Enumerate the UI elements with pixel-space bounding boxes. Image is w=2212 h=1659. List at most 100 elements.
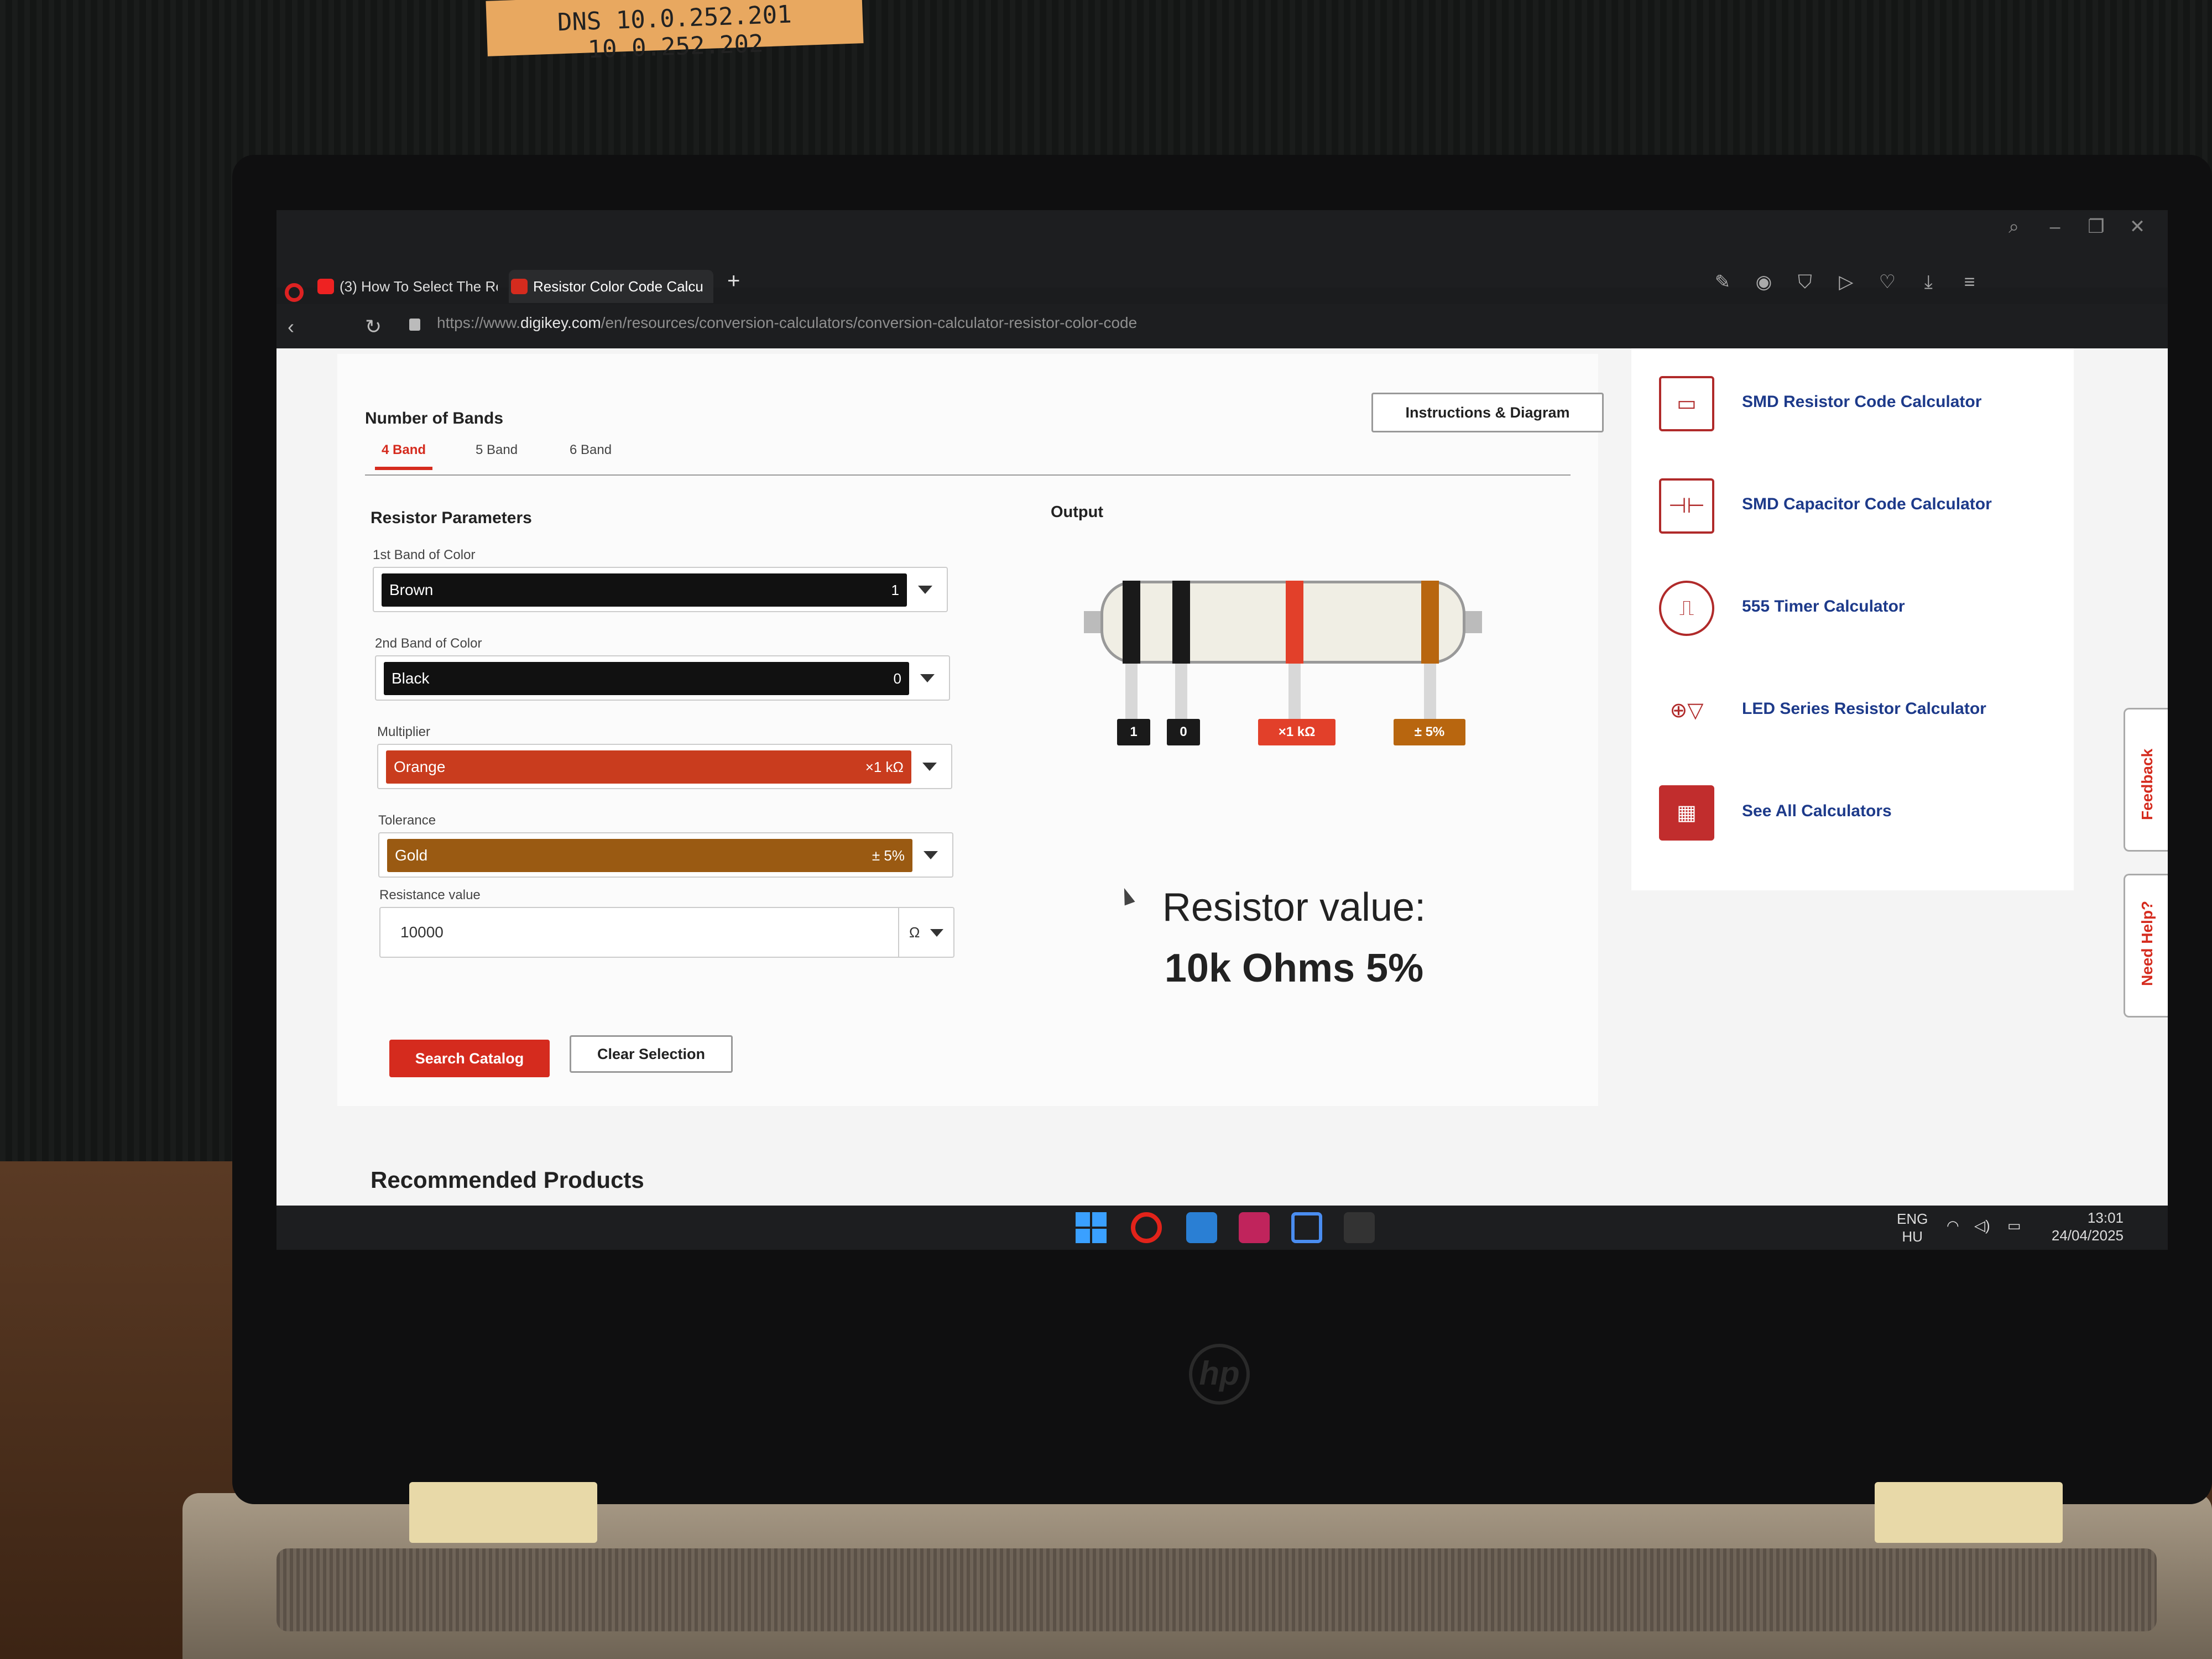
tab-label: Resistor Color Code Calcu [533,278,703,295]
first-band-select[interactable]: Brown 1 [373,567,948,612]
time: 13:01 [2087,1209,2124,1226]
url-prefix: https://www. [437,314,520,331]
clock[interactable]: 13:01 24/04/2025 [2041,1209,2124,1244]
play-icon[interactable]: ▷ [1827,271,1865,293]
sidebar-link[interactable]: See All Calculators [1742,802,1892,821]
second-band-label: 2nd Band of Color [375,636,482,651]
band-tag-2: 0 [1167,719,1200,745]
multiplier-select[interactable]: Orange ×1 kΩ [377,744,952,789]
vscode-icon[interactable] [1186,1212,1217,1243]
tab-4-band[interactable]: 4 Band [374,442,433,470]
sidebar-link[interactable]: LED Series Resistor Calculator [1742,700,1986,718]
search-icon[interactable]: ⌕ [1995,216,2033,238]
minimize-icon[interactable]: – [2036,216,2074,238]
url-path: /en/resources/conversion-calculators/con… [601,314,1138,331]
sidebar-item-555-timer[interactable]: ⎍ 555 Timer Calculator [1659,575,2057,647]
sidebar-link[interactable]: SMD Resistor Code Calculator [1742,393,1981,411]
chevron-down-icon [922,763,937,771]
multitask-icon[interactable] [1291,1212,1322,1243]
sidebar-item-smd-resistor[interactable]: ▭ SMD Resistor Code Calculator [1659,371,2057,442]
tab-bar: (3) How To Select The Re Resistor Color … [276,210,2168,303]
hinge-left [409,1482,597,1543]
volume-icon[interactable]: ◁) [1974,1217,1990,1234]
reload-icon[interactable]: ↻ [365,315,382,338]
lang-top: ENG [1897,1211,1928,1227]
digikey-icon [511,279,528,294]
smd-resistor-icon: ▭ [1659,376,1714,431]
band-2 [1172,581,1190,664]
sidebar-item-all-calculators[interactable]: ▦ See All Calculators [1659,780,2057,852]
unit-select[interactable]: Ω [898,908,953,957]
restore-icon[interactable]: ❐ [2077,216,2116,238]
tab-label: (3) How To Select The Re [340,278,498,295]
sidebar-item-led-series[interactable]: ⊕▽ LED Series Resistor Calculator [1659,677,2057,749]
battery-icon[interactable]: ▭ [2007,1217,2021,1234]
multiplier-label: Multiplier [377,724,431,739]
led-circuit-icon: ⊕▽ [1670,699,1704,722]
wifi-icon[interactable]: ◠ [1947,1217,1959,1234]
windows-start-icon[interactable] [1076,1212,1107,1243]
close-icon[interactable]: ✕ [2118,216,2157,238]
band-tolerance [1421,581,1439,664]
chevron-down-icon [918,586,932,594]
hinge-right [1875,1482,2063,1543]
tab-5-band[interactable]: 5 Band [476,442,518,458]
band-1 [1123,581,1140,664]
band-stem [1125,664,1138,719]
multiplier-fill: Orange ×1 kΩ [386,750,911,784]
sidebar-item-smd-capacitor[interactable]: ⊣⊢ SMD Capacitor Code Calculator [1659,473,2057,545]
result-label: Resistor value: [1162,885,1426,930]
band-tag-1: 1 [1117,719,1150,745]
rider-icon[interactable] [1239,1212,1270,1243]
edit-icon[interactable]: ✎ [1703,271,1742,293]
heart-icon[interactable]: ♡ [1868,271,1907,293]
lang-bottom: HU [1902,1228,1923,1245]
multiplier-code: ×1 kΩ [865,759,904,775]
clear-selection-button[interactable]: Clear Selection [570,1035,733,1073]
band-multiplier [1286,581,1303,664]
feedback-tab[interactable]: Feedback [2124,708,2168,852]
tolerance-code: ± 5% [872,847,905,864]
band-tag-multiplier: ×1 kΩ [1258,719,1335,745]
tab-6-band[interactable]: 6 Band [570,442,612,458]
terminal-icon[interactable] [1344,1212,1375,1243]
need-help-tab[interactable]: Need Help? [2124,874,2168,1018]
band-tabs: 4 Band 5 Band 6 Band [365,442,1571,476]
second-band-value: Black [392,670,430,687]
resistance-value: 10000 [400,924,444,941]
band-tag-tolerance: ± 5% [1394,719,1465,745]
webpage: Number of Bands 4 Band 5 Band 6 Band Ins… [276,348,2168,1250]
feedback-label: Feedback [2138,748,2156,820]
lock-icon [409,319,420,331]
url-field[interactable]: https://www.digikey.com/en/resources/con… [437,314,1137,332]
band-stem [1288,664,1301,719]
band-stem [1175,664,1187,719]
calculator-icon: ▦ [1659,785,1714,841]
tolerance-value: Gold [395,847,428,864]
back-icon[interactable]: ‹ [288,315,294,338]
menu-icon[interactable]: ≡ [1950,272,1989,293]
sidebar-link[interactable]: SMD Capacitor Code Calculator [1742,495,1992,514]
address-bar: ‹ ↻ https://www.digikey.com/en/resources… [276,304,2168,348]
language-indicator[interactable]: ENG HU [1897,1210,1928,1245]
tab-resistor-calculator[interactable]: Resistor Color Code Calcu [509,270,713,303]
resistance-value-field[interactable]: 10000 Ω [379,907,954,958]
search-catalog-button[interactable]: Search Catalog [389,1040,550,1077]
calculators-sidebar: ▭ SMD Resistor Code Calculator ⊣⊢ SMD Ca… [1631,348,2074,890]
shield-icon[interactable]: ⛉ [1786,272,1824,293]
tolerance-select[interactable]: Gold ± 5% [378,832,953,878]
instructions-diagram-button[interactable]: Instructions & Diagram [1371,393,1604,432]
opera-taskbar-icon[interactable] [1131,1212,1162,1243]
opera-icon[interactable] [285,283,304,302]
browser-toolbar-icons: ✎ ◉ ⛉ ▷ ♡ ⤓ ≡ [1703,271,1989,293]
download-icon[interactable]: ⤓ [1909,272,1948,293]
first-band-value: Brown [389,581,434,598]
need-help-label: Need Help? [2138,900,2156,986]
resistor-body [1100,581,1465,664]
tab-youtube[interactable]: (3) How To Select The Re [315,270,498,303]
sidebar-link[interactable]: 555 Timer Calculator [1742,597,1905,616]
new-tab-button[interactable]: + [727,269,740,294]
camera-icon[interactable]: ◉ [1744,271,1783,293]
second-band-select[interactable]: Black 0 [375,655,950,701]
smd-capacitor-icon: ⊣⊢ [1659,478,1714,534]
